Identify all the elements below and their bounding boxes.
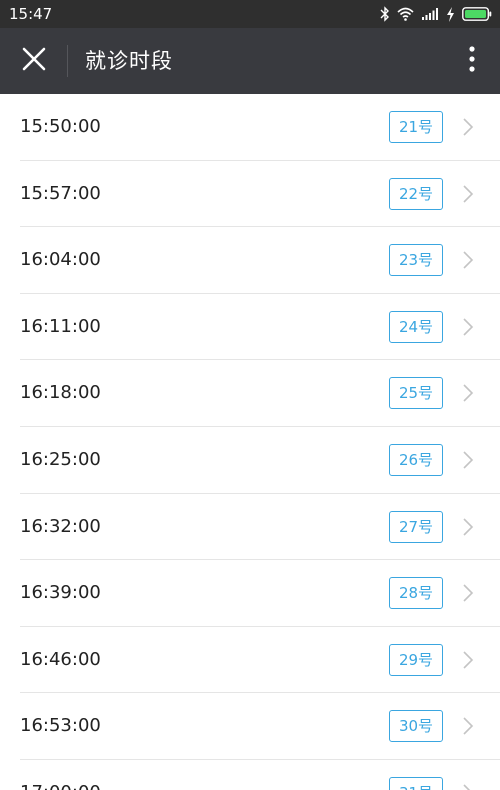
chevron-right-icon	[461, 382, 475, 404]
slot-number-badge: 29号	[389, 643, 443, 676]
status-time: 15:47	[9, 5, 53, 23]
slot-number-badge: 27号	[389, 510, 443, 543]
time-slot-row[interactable]: 15:50:00 21号	[0, 94, 500, 161]
signal-icon	[421, 7, 439, 21]
slot-number-badge: 24号	[389, 310, 443, 343]
slot-time: 16:39:00	[20, 582, 101, 604]
status-icons	[380, 4, 492, 24]
charging-icon	[446, 6, 455, 22]
time-slot-row[interactable]: 16:18:00 25号	[0, 360, 500, 427]
slot-number-badge: 21号	[389, 111, 443, 143]
slot-time: 17:00:00	[20, 781, 101, 790]
chevron-right-icon	[461, 449, 475, 471]
slot-time: 16:46:00	[20, 648, 101, 670]
bluetooth-icon	[380, 6, 390, 22]
slot-time: 15:57:00	[20, 182, 101, 204]
more-options-button[interactable]	[460, 41, 484, 81]
slot-number-badge: 25号	[389, 377, 443, 410]
wifi-icon	[397, 7, 414, 21]
slot-time: 16:18:00	[20, 382, 101, 404]
slot-number-badge: 30号	[389, 710, 443, 743]
time-slot-row[interactable]: 17:00:00 31号	[0, 760, 500, 790]
chevron-right-icon	[461, 582, 475, 604]
slot-number-badge: 22号	[389, 177, 443, 210]
more-vertical-icon	[469, 46, 475, 76]
chevron-right-icon	[461, 316, 475, 338]
slot-time: 16:11:00	[20, 315, 101, 337]
slot-number-badge: 28号	[389, 577, 443, 610]
status-bar: 15:47	[0, 0, 500, 28]
close-button[interactable]	[10, 37, 58, 85]
chevron-right-icon	[461, 649, 475, 671]
time-slot-row[interactable]: 16:04:00 23号	[0, 227, 500, 294]
battery-icon	[462, 7, 492, 21]
close-icon	[22, 47, 46, 75]
slot-number-badge: 23号	[389, 244, 443, 277]
slot-time: 15:50:00	[20, 116, 101, 137]
time-slot-row[interactable]: 16:11:00 24号	[0, 294, 500, 361]
page-title: 就诊时段	[85, 49, 173, 73]
time-slot-row[interactable]: 16:46:00 29号	[0, 627, 500, 694]
time-slot-list: 15:50:00 21号 15:57:00 22号 16:04:00 23号 16:11:0…	[0, 94, 500, 790]
chevron-right-icon	[461, 249, 475, 271]
slot-time: 16:04:00	[20, 249, 101, 271]
time-slot-row[interactable]: 15:57:00 22号	[0, 161, 500, 228]
app-bar: 就诊时段	[0, 28, 500, 94]
chevron-right-icon	[461, 516, 475, 538]
app-bar-divider	[67, 45, 68, 77]
slot-time: 16:25:00	[20, 448, 101, 470]
time-slot-row[interactable]: 16:39:00 28号	[0, 560, 500, 627]
slot-number-badge: 31号	[389, 776, 443, 790]
slot-time: 16:32:00	[20, 515, 101, 537]
chevron-right-icon	[461, 116, 475, 138]
slot-number-badge: 26号	[389, 443, 443, 476]
chevron-right-icon	[461, 715, 475, 737]
chevron-right-icon	[461, 183, 475, 205]
slot-time: 16:53:00	[20, 715, 101, 737]
chevron-right-icon	[461, 782, 475, 790]
time-slot-row[interactable]: 16:32:00 27号	[0, 494, 500, 561]
time-slot-row[interactable]: 16:25:00 26号	[0, 427, 500, 494]
time-slot-row[interactable]: 16:53:00 30号	[0, 693, 500, 760]
